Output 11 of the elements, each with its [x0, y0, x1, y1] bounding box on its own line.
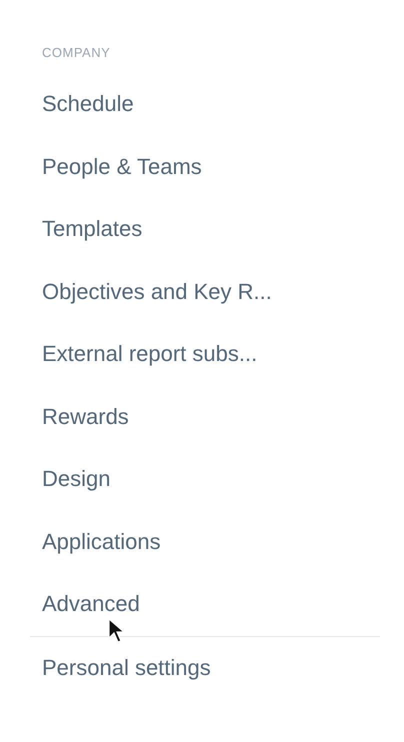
sidebar-item[interactable]: Rewards — [42, 386, 129, 448]
sidebar-item[interactable]: Applications — [42, 510, 161, 573]
sidebar-item[interactable]: Advanced — [42, 573, 140, 636]
sidebar-item[interactable]: Design — [42, 448, 110, 510]
sidebar-item[interactable]: External report subs... — [42, 323, 258, 386]
sidebar-item[interactable]: Schedule — [42, 73, 134, 136]
sidebar-item[interactable]: People & Teams — [42, 136, 202, 198]
section-title: COMPANY — [42, 45, 112, 62]
sidebar-item[interactable]: Personal settings — [42, 636, 211, 699]
sidebar-item[interactable]: Templates — [42, 198, 142, 260]
sidebar-item[interactable]: Objectives and Key R... — [42, 260, 272, 323]
